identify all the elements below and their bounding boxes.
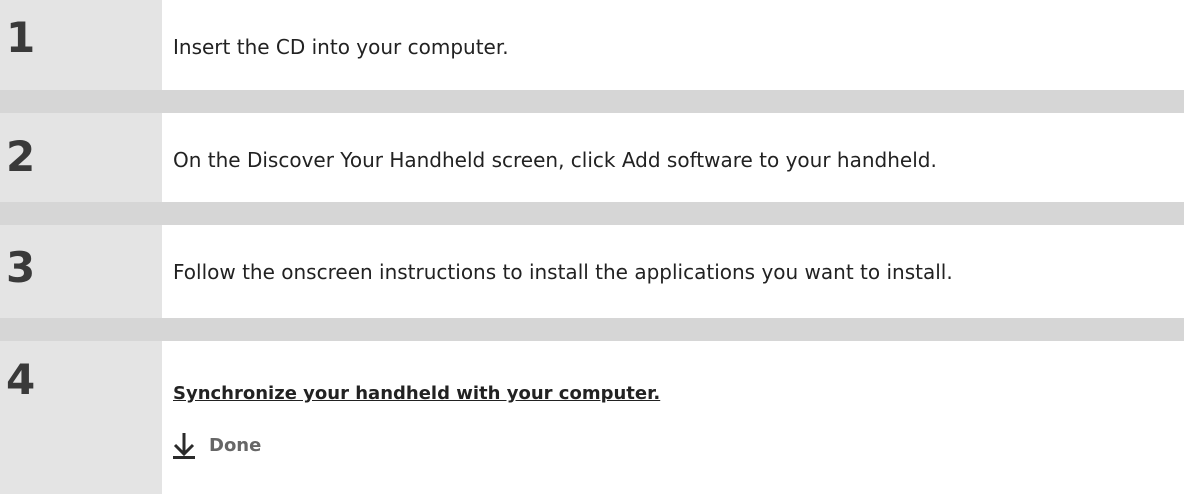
step-number-cell: 4 xyxy=(0,341,162,494)
step-text: Follow the onscreen instructions to inst… xyxy=(173,260,953,284)
step-content: Follow the onscreen instructions to inst… xyxy=(162,225,1184,318)
instruction-page: 1 Insert the CD into your computer. 2 On… xyxy=(0,0,1184,494)
step-number-cell: 3 xyxy=(0,225,162,318)
step-separator xyxy=(0,90,1184,113)
step-number-cell: 2 xyxy=(0,113,162,202)
step-text: On the Discover Your Handheld screen, cl… xyxy=(173,148,937,172)
step-number: 1 xyxy=(6,13,36,62)
done-indicator: Done xyxy=(173,433,261,459)
step-number: 2 xyxy=(6,132,36,181)
step-text: Insert the CD into your computer. xyxy=(173,35,509,59)
step-separator xyxy=(0,318,1184,341)
synchronize-link[interactable]: Synchronize your handheld with your comp… xyxy=(173,385,660,403)
step-number-cell: 1 xyxy=(0,0,162,90)
arrow-down-icon xyxy=(173,433,195,459)
step-number: 4 xyxy=(6,355,36,404)
step-content: On the Discover Your Handheld screen, cl… xyxy=(162,113,1184,202)
step-content: Insert the CD into your computer. xyxy=(162,0,1184,90)
step-3: 3 Follow the onscreen instructions to in… xyxy=(0,225,1184,318)
step-4: 4 Synchronize your handheld with your co… xyxy=(0,341,1184,494)
done-label: Done xyxy=(209,435,262,456)
step-2: 2 On the Discover Your Handheld screen, … xyxy=(0,113,1184,202)
step-separator xyxy=(0,202,1184,225)
step-content: Synchronize your handheld with your comp… xyxy=(162,341,1184,494)
step-1: 1 Insert the CD into your computer. xyxy=(0,0,1184,90)
step-number: 3 xyxy=(6,243,36,292)
